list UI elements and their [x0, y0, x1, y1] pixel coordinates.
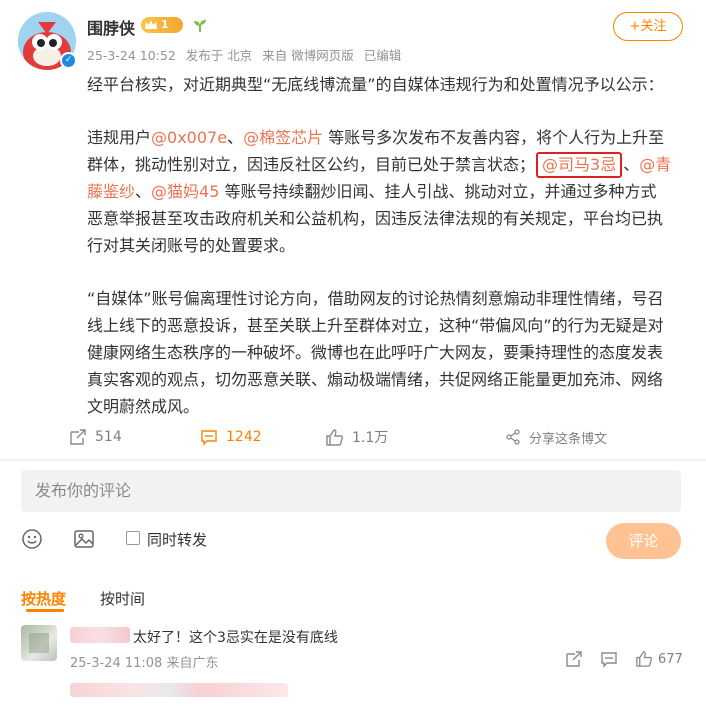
repost-icon	[70, 429, 86, 445]
share-label: 分享这条博文	[529, 431, 608, 447]
comment-input[interactable]: 发布你的评论	[21, 470, 681, 512]
submit-comment-button[interactable]: 评论	[606, 523, 681, 559]
crown-icon	[145, 20, 157, 29]
like-icon	[326, 428, 343, 446]
post-paragraph-3-line-2: 线上线下的恶意投诉，甚至关联上升至群体对立，这种“带偏风向”的行为无疑是对	[87, 316, 664, 335]
comment-reply-icon[interactable]	[600, 650, 618, 668]
comment-text: 太好了！这个3忌实在是没有底线	[133, 630, 338, 646]
text-fragment: 群体，挑动性别对立，因违反社区公约，目前已处于禁言状态；	[87, 155, 536, 174]
post-meta: 25-3-24 10:52 发布于 北京 来自 微博网页版 已编辑	[87, 45, 407, 64]
comment-repost-icon[interactable]	[565, 650, 583, 668]
mention-link[interactable]: @司马3忌	[542, 155, 616, 174]
repost-checkbox[interactable]	[126, 531, 140, 545]
text-fragment: 等账号持续翻炒旧闻、挂人引战、挑动对立，并通过多种方式	[219, 182, 657, 201]
active-tab-indicator	[26, 609, 64, 612]
vip-level: 1	[161, 18, 169, 31]
text-fragment: 、	[135, 182, 152, 201]
post-paragraph-2-line-3: 藤鉴纱、@猫妈45 等账号持续翻炒旧闻、挂人引战、挑动对立，并通过多种方式	[87, 178, 687, 205]
post-paragraph-3-line-5: 文明蔚然成风。	[87, 397, 200, 416]
mention-link[interactable]: @0x007e	[151, 128, 227, 147]
emoji-icon[interactable]	[21, 528, 43, 550]
repost-button[interactable]: 514	[69, 424, 122, 450]
comment-button[interactable]: 1242	[200, 424, 262, 450]
vip-badge[interactable]: 1	[141, 17, 183, 33]
comment-icon	[201, 430, 217, 446]
text-fragment: 、	[227, 128, 244, 147]
mention-link[interactable]: @棉签芯片	[243, 128, 323, 147]
post-source: 来自 微博网页版	[262, 48, 354, 63]
commenter-name-blurred	[70, 627, 130, 643]
sort-by-time-tab[interactable]: 按时间	[100, 588, 145, 609]
comment-meta: 25-3-24 11:08 来自广东	[70, 656, 219, 671]
highlighted-mention-box: @司马3忌	[536, 152, 623, 178]
post-paragraph-1: 经平台核实，对近期典型“无底线博流量”的自媒体违规行为和处置情况予以公示：	[87, 75, 664, 94]
share-button[interactable]: 分享这条博文	[505, 424, 607, 450]
post-location: 发布于 北京	[185, 48, 253, 63]
sprout-icon	[194, 20, 206, 32]
repost-count: 514	[95, 429, 122, 445]
follow-button[interactable]: +关注	[613, 12, 683, 41]
post-action-bar: 514 1242 1.1万 分享这条博文	[0, 424, 706, 450]
like-button[interactable]: 1.1万	[325, 424, 388, 450]
verified-badge-icon: ✓	[60, 52, 77, 69]
text-fragment: 违规用户	[87, 128, 152, 147]
mention-link[interactable]: @青	[639, 155, 671, 174]
reply-preview-blurred	[70, 683, 288, 697]
section-divider	[0, 459, 706, 461]
post-paragraph-2-line-4: 恶意举报甚至攻击政府机关和公益机构，因违反法律法规的有关规定，平台均已执	[87, 209, 664, 228]
post-timestamp[interactable]: 25-3-24 10:52	[87, 48, 176, 63]
post-paragraph-3-line-1: “自媒体”账号偏离理性讨论方向，借助网友的讨论热情刻意煽动非理性情绪，号召	[87, 289, 664, 308]
post-paragraph-2-line-1: 违规用户@0x007e、@棉签芯片 等账号多次发布不友善内容，将个人行为上升至	[87, 124, 687, 151]
commenter-avatar[interactable]	[21, 625, 57, 661]
post-paragraph-3-line-3: 健康网络生态秩序的一种破坏。微博也在此呼吁广大网友，要秉持理性的态度发表	[87, 343, 664, 362]
comment-like-icon[interactable]	[635, 650, 653, 668]
repost-checkbox-label[interactable]: 同时转发	[147, 529, 207, 550]
like-count: 1.1万	[352, 430, 389, 446]
post-edited[interactable]: 已编辑	[364, 48, 402, 63]
post-paragraph-2-line-5: 行对其关闭账号的处置要求。	[87, 236, 296, 255]
comment-count: 1242	[226, 429, 262, 445]
post-paragraph-2-line-2: 群体，挑动性别对立，因违反社区公约，目前已处于禁言状态； @司马3忌 、@青	[87, 151, 687, 178]
sort-by-hot-tab[interactable]: 按热度	[21, 588, 66, 609]
text-fragment: 、	[623, 155, 640, 174]
post-paragraph-3-line-4: 真实客观的观点，切勿恶意关联、煽动极端情绪，共促网络正能量更加充沛、网络	[87, 370, 664, 389]
mention-link[interactable]: 藤鉴纱	[87, 182, 135, 201]
mention-link[interactable]: @猫妈45	[151, 182, 219, 201]
image-icon[interactable]	[73, 528, 95, 550]
comment-like-count: 677	[658, 652, 683, 667]
author-name[interactable]: 围脖侠	[87, 15, 135, 39]
text-fragment: 等账号多次发布不友善内容，将个人行为上升至	[323, 128, 665, 147]
share-icon	[506, 429, 520, 445]
